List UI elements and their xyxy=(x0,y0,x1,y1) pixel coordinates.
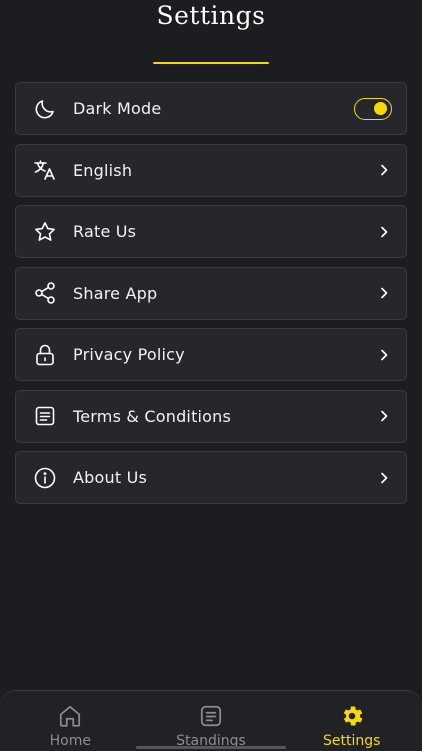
page-title: Settings xyxy=(156,1,266,30)
standings-icon xyxy=(200,705,222,727)
settings-item-privacy-policy[interactable]: Privacy Policy xyxy=(15,328,407,381)
settings-item-label: About Us xyxy=(73,468,148,487)
translate-icon xyxy=(32,157,58,183)
settings-item-terms[interactable]: Terms & Conditions xyxy=(15,389,407,443)
bottom-nav: Home Standings Settings xyxy=(0,690,422,751)
chevron-right-icon xyxy=(381,410,388,422)
share-icon xyxy=(32,280,58,306)
document-icon xyxy=(32,403,58,429)
settings-list: Dark Mode English Rate Us Share App Priv… xyxy=(15,82,407,513)
settings-item-label: Rate Us xyxy=(73,222,137,241)
settings-item-rate-us[interactable]: Rate Us xyxy=(15,205,407,258)
lock-icon xyxy=(32,342,58,368)
settings-item-label: Terms & Conditions xyxy=(73,406,232,426)
gear-icon xyxy=(343,706,363,726)
nav-item-standings[interactable]: Standings xyxy=(141,691,282,751)
nav-item-settings[interactable]: Settings xyxy=(281,691,422,751)
settings-item-label: Privacy Policy xyxy=(73,345,185,364)
star-icon xyxy=(32,219,58,245)
toggle-knob xyxy=(374,101,387,115)
settings-item-about-us[interactable]: About Us xyxy=(15,451,407,504)
moon-icon xyxy=(32,96,58,122)
settings-item-dark-mode[interactable]: Dark Mode xyxy=(15,82,407,135)
home-indicator xyxy=(136,746,286,749)
settings-item-language[interactable]: English xyxy=(15,143,407,197)
chevron-right-icon xyxy=(381,226,388,237)
settings-item-label: Share App xyxy=(73,283,158,303)
chevron-right-icon xyxy=(381,164,388,176)
chevron-right-icon xyxy=(381,287,388,299)
settings-item-label: English xyxy=(73,160,133,180)
chevron-right-icon xyxy=(381,472,388,483)
chevron-right-icon xyxy=(381,349,388,360)
settings-item-share-app[interactable]: Share App xyxy=(15,266,407,320)
title-underline xyxy=(153,62,269,64)
home-icon xyxy=(60,705,81,727)
info-icon xyxy=(32,465,58,491)
nav-label: Home xyxy=(49,733,91,749)
settings-item-label: Dark Mode xyxy=(73,99,162,118)
dark-mode-toggle[interactable] xyxy=(354,97,392,120)
nav-item-home[interactable]: Home xyxy=(0,691,141,751)
nav-label: Settings xyxy=(322,733,381,749)
